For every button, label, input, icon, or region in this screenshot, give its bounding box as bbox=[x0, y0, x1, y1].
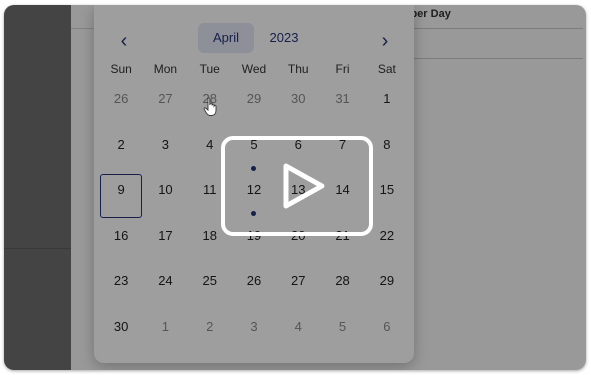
calendar-day-label: 17 bbox=[158, 227, 173, 243]
calendar-day[interactable]: 30 bbox=[276, 83, 320, 129]
calendar-day-label: 10 bbox=[158, 182, 173, 197]
calendar-day-label: 23 bbox=[113, 273, 129, 288]
calendar-day[interactable]: 26 bbox=[232, 265, 276, 311]
calendar-day-label: 8 bbox=[383, 136, 391, 152]
calendar-day[interactable]: 4 bbox=[276, 311, 320, 357]
weekday-label: Mon bbox=[153, 62, 178, 76]
year-selector[interactable]: 2023 bbox=[264, 23, 304, 53]
calendar-day-label: 5 bbox=[338, 318, 347, 334]
calendar-day-label: 26 bbox=[113, 91, 129, 106]
play-icon bbox=[283, 163, 325, 209]
calendar-day[interactable]: 31 bbox=[320, 83, 364, 129]
calendar-day-label: 18 bbox=[202, 227, 217, 243]
weekday-label: Fri bbox=[335, 62, 350, 76]
calendar-day-label: 15 bbox=[379, 182, 395, 197]
weekday-label: Wed bbox=[241, 62, 267, 76]
calendar-week-row: 23 24 25 26 27 28 29 bbox=[99, 265, 409, 311]
calendar-day[interactable]: 5 bbox=[320, 311, 364, 357]
calendar-day-label: 28 bbox=[335, 273, 350, 288]
calendar-week-row: 30 1 2 3 4 5 6 bbox=[99, 311, 409, 357]
weekday-label: Sat bbox=[377, 62, 396, 76]
weekday-label: Sun bbox=[110, 62, 132, 76]
calendar-day-label: 30 bbox=[291, 91, 306, 106]
calendar-day-label: 1 bbox=[161, 318, 170, 334]
calendar-day[interactable]: 29 bbox=[365, 265, 409, 311]
calendar-day-label: 27 bbox=[291, 273, 306, 288]
calendar-day[interactable]: 2 bbox=[188, 311, 232, 357]
calendar-day[interactable]: 16 bbox=[99, 220, 143, 266]
calendar-day-label: 16 bbox=[113, 227, 129, 243]
table-column-header: rs per Day bbox=[391, 5, 583, 29]
calendar-day[interactable]: 1 bbox=[143, 311, 187, 357]
calendar-day[interactable]: 1 bbox=[365, 83, 409, 129]
calendar-day-label: 26 bbox=[246, 273, 262, 288]
calendar-day[interactable]: 30 bbox=[99, 311, 143, 357]
calendar-day-label: 4 bbox=[294, 318, 302, 334]
calendar-day-label: 11 bbox=[202, 182, 217, 197]
calendar-day[interactable]: 3 bbox=[232, 311, 276, 357]
month-selector[interactable]: April bbox=[198, 23, 254, 53]
hand-pointer-icon bbox=[203, 97, 217, 116]
calendar-day-label: 22 bbox=[379, 227, 395, 243]
table-cell: 0 bbox=[391, 29, 583, 59]
calendar-week-row: 2627282930311 bbox=[99, 83, 409, 129]
calendar-day-label: 9 bbox=[117, 182, 125, 197]
calendar-day[interactable]: 29 bbox=[232, 83, 276, 129]
calendar-day[interactable]: 27 bbox=[276, 265, 320, 311]
calendar-day-label: 27 bbox=[158, 91, 173, 106]
weekday-header: Sun Mon Tue Wed Thu Fri Sat bbox=[99, 62, 409, 78]
calendar-day-selected[interactable]: 9 bbox=[99, 174, 143, 220]
calendar-day[interactable]: 24 bbox=[143, 265, 187, 311]
calendar-day[interactable]: 25 bbox=[188, 265, 232, 311]
calendar-day-label: 1 bbox=[383, 91, 391, 106]
chevron-left-icon[interactable]: ‹ bbox=[114, 31, 134, 51]
calendar-day-label: 3 bbox=[161, 136, 170, 152]
calendar-day-label: 6 bbox=[383, 318, 391, 334]
calendar-day-label: 29 bbox=[246, 91, 262, 106]
chevron-right-icon[interactable]: › bbox=[375, 31, 395, 51]
sidebar-divider bbox=[4, 248, 71, 249]
calendar-day[interactable]: 23 bbox=[99, 265, 143, 311]
calendar-day[interactable]: 3 bbox=[143, 129, 187, 175]
calendar-day[interactable]: 6 bbox=[365, 311, 409, 357]
calendar-day-label: 2 bbox=[206, 318, 214, 334]
calendar-day[interactable]: 17 bbox=[143, 220, 187, 266]
calendar-day-label: 29 bbox=[379, 273, 395, 288]
calendar-day[interactable]: 28 bbox=[320, 265, 364, 311]
calendar-day[interactable]: 2 bbox=[99, 129, 143, 175]
video-frame: rs per Day 0 ‹ April 2023 › Sun Mon Tue … bbox=[4, 5, 586, 370]
calendar-day-label: 4 bbox=[206, 136, 214, 152]
calendar-day-label: 2 bbox=[117, 136, 125, 152]
calendar-day[interactable]: 26 bbox=[99, 83, 143, 129]
calendar-day-label: 25 bbox=[202, 273, 217, 288]
calendar-day-label: 30 bbox=[113, 318, 129, 334]
calendar-day[interactable]: 27 bbox=[143, 83, 187, 129]
play-button[interactable] bbox=[221, 136, 373, 236]
calendar-day[interactable]: 10 bbox=[143, 174, 187, 220]
calendar-day-label: 24 bbox=[158, 273, 173, 288]
calendar-day-label: 3 bbox=[250, 318, 258, 334]
calendar-day-label: 31 bbox=[335, 91, 350, 106]
weekday-label: Tue bbox=[199, 62, 220, 76]
weekday-label: Thu bbox=[287, 62, 309, 76]
sidebar bbox=[4, 5, 71, 370]
